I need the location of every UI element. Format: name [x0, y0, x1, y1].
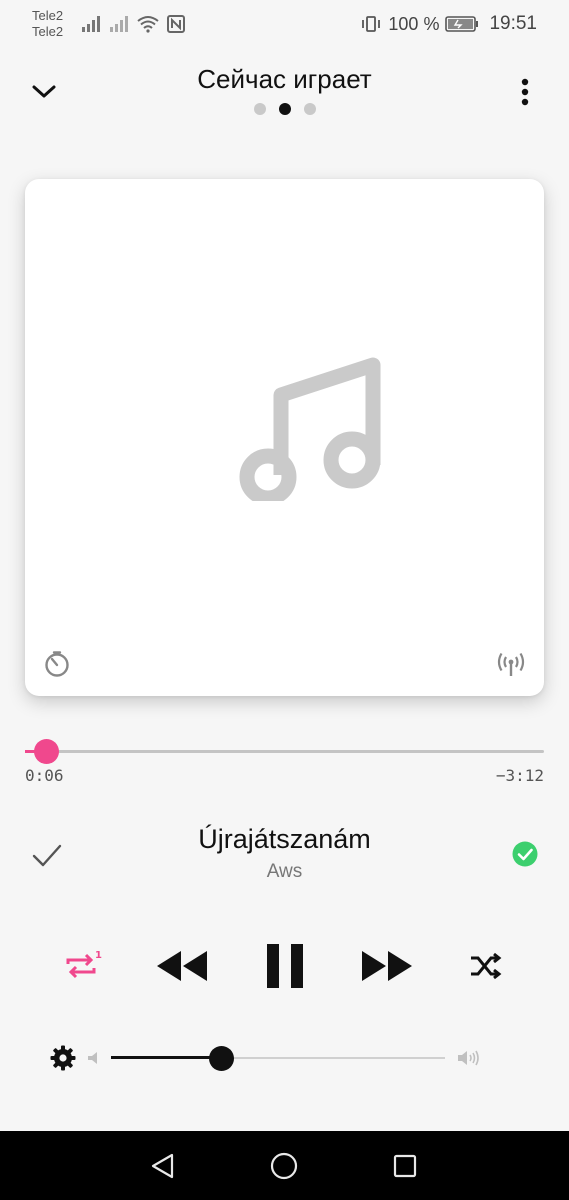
music-note-icon [239, 357, 381, 501]
status-right: 100 % 19:51 [360, 13, 537, 35]
signal-icon [82, 16, 101, 32]
status-left: Tele2 Tele2 [32, 8, 186, 40]
timer-icon[interactable] [43, 650, 71, 678]
home-icon[interactable] [269, 1151, 299, 1181]
volume-high-icon [458, 1050, 479, 1066]
more-options-button[interactable] [509, 74, 541, 110]
seek-track[interactable] [25, 750, 544, 753]
shuffle-icon [471, 952, 502, 980]
cast-icon[interactable] [496, 650, 526, 678]
seek-bar[interactable]: 0:06 −3:12 [25, 736, 544, 786]
track-artist[interactable]: Aws [0, 861, 569, 883]
album-artwork[interactable] [25, 179, 544, 696]
fast-forward-icon [362, 951, 412, 981]
pause-button[interactable] [262, 940, 308, 992]
repeat-button[interactable]: 1 [60, 948, 104, 984]
battery-percent: 100 % [388, 13, 440, 34]
repeat-one-icon: 1 [66, 950, 102, 979]
now-playing-header: Сейчас играет [0, 58, 569, 128]
volume-row [0, 1036, 569, 1080]
system-nav-bar [0, 1131, 569, 1200]
track-info: Újrajátszanám Aws [0, 820, 569, 890]
pause-icon [267, 944, 303, 988]
nfc-icon [167, 15, 186, 33]
battery-icon [445, 16, 479, 32]
volume-low-icon [88, 1052, 97, 1064]
page-indicator [0, 103, 569, 115]
fast-forward-button[interactable] [358, 946, 416, 986]
page-title: Сейчас играет [197, 64, 372, 94]
status-icons-left [81, 15, 186, 33]
repeat-badge: 1 [95, 950, 102, 961]
wifi-icon [137, 16, 159, 33]
more-vertical-icon [521, 78, 529, 106]
back-icon[interactable] [148, 1151, 178, 1181]
carrier-labels: Tele2 Tele2 [32, 8, 63, 40]
track-title: Újrajátszanám [198, 824, 371, 854]
volume-level [111, 1056, 222, 1059]
favorite-check-icon[interactable] [512, 841, 538, 867]
elapsed-time: 0:06 [25, 766, 64, 785]
signal-icon-2 [110, 16, 129, 32]
seek-thumb[interactable] [34, 739, 60, 764]
gear-icon[interactable] [50, 1045, 76, 1071]
rewind-icon [157, 951, 207, 981]
shuffle-button[interactable] [466, 948, 506, 984]
carrier-2: Tele2 [32, 24, 64, 39]
page-dot-1[interactable] [253, 103, 266, 115]
page-dot-2[interactable] [278, 103, 291, 115]
vibrate-icon [362, 16, 381, 32]
clock: 19:51 [489, 13, 537, 34]
page-dot-3[interactable] [303, 103, 316, 115]
playback-controls: 1 [0, 936, 569, 996]
remaining-time: −3:12 [495, 766, 544, 785]
rewind-button[interactable] [153, 946, 211, 986]
status-bar: Tele2 Tele2 100 % 19:51 [0, 0, 569, 48]
carrier-1: Tele2 [32, 8, 64, 23]
volume-thumb[interactable] [208, 1046, 234, 1071]
recent-apps-icon[interactable] [390, 1151, 420, 1181]
